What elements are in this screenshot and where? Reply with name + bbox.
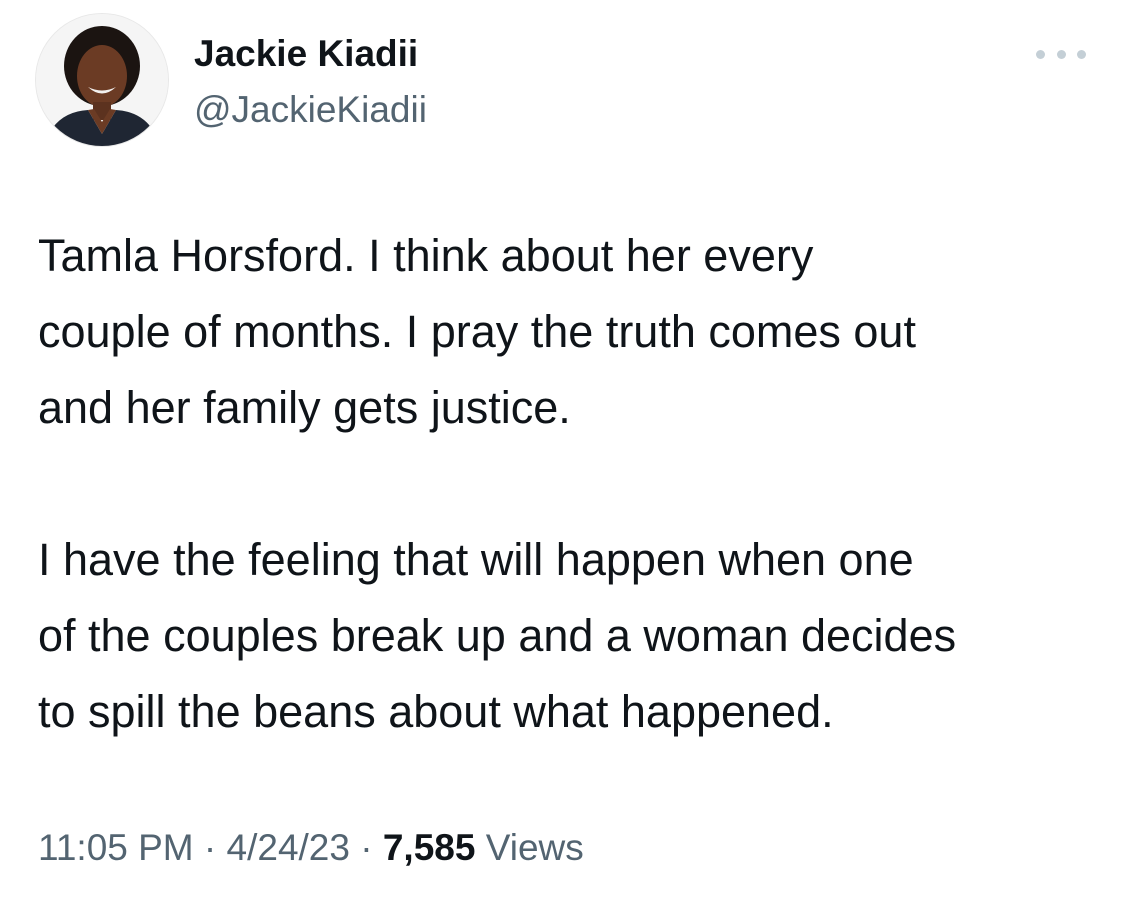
tweet-line: of the couples break up and a woman deci… xyxy=(38,610,957,661)
views-label: Views xyxy=(485,827,584,868)
tweet-paragraph: I have the feeling that will happen when… xyxy=(38,522,1098,750)
separator: · xyxy=(360,827,373,868)
dot xyxy=(1056,49,1066,59)
tweet-line: to spill the beans about what happened. xyxy=(38,686,834,737)
tweet-meta: 11:05 PM · 4/24/23 · 7,585 Views xyxy=(38,822,584,874)
tweet-date[interactable]: 4/24/23 xyxy=(227,827,350,868)
tweet-line: and her family gets justice. xyxy=(38,382,571,433)
profile-photo-icon xyxy=(36,14,168,146)
views-count[interactable]: 7,585 xyxy=(383,827,476,868)
tweet-line: Tamla Horsford. I think about her every xyxy=(38,230,814,281)
tweet-paragraph: Tamla Horsford. I think about her every … xyxy=(38,218,1098,446)
tweet-text: Tamla Horsford. I think about her every … xyxy=(38,218,1098,750)
dot xyxy=(1077,49,1086,59)
separator: · xyxy=(203,827,217,868)
more-horizontal-icon[interactable] xyxy=(1036,44,1086,64)
dot xyxy=(1036,49,1045,59)
tweet-line: couple of months. I pray the truth comes… xyxy=(38,306,916,357)
author-handle[interactable]: @JackieKiadii xyxy=(194,86,427,134)
avatar[interactable] xyxy=(36,14,168,146)
tweet-time[interactable]: 11:05 PM xyxy=(38,827,194,868)
tweet: Jackie Kiadii @JackieKiadii Tamla Horsfo… xyxy=(0,0,1125,907)
author-display-name[interactable]: Jackie Kiadii xyxy=(194,30,418,78)
tweet-line: I have the feeling that will happen when… xyxy=(38,534,914,585)
